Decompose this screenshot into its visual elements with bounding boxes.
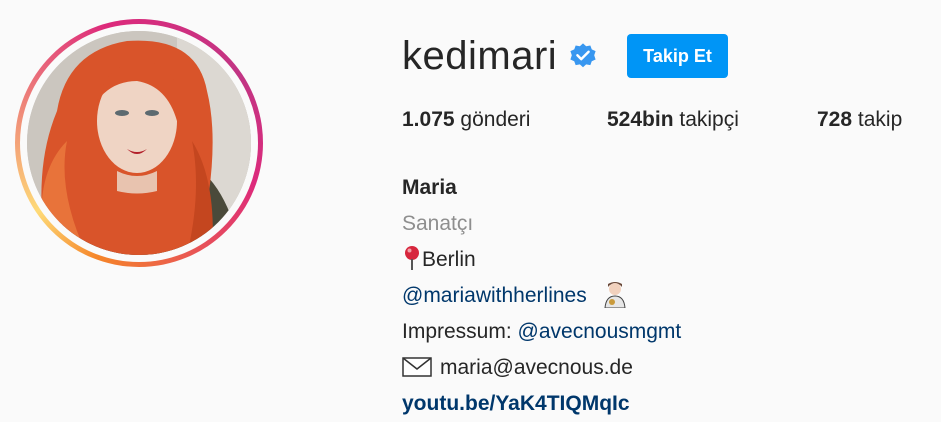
followers-stat[interactable]: 524bin takipçi (607, 108, 817, 132)
follow-button[interactable]: Takip Et (627, 34, 728, 78)
impressum-line: Impressum: @avecnousmgmt (402, 314, 681, 350)
followers-label: takipçi (679, 108, 739, 131)
artist-person-icon (604, 282, 626, 308)
round-pushpin-icon (405, 246, 419, 270)
profile-header: kedimari Takip Et (402, 28, 728, 84)
location-text: Berlin (422, 248, 476, 271)
profile-bio: Maria Sanatçı Berlin @mariawithherlines … (402, 170, 681, 422)
location-line: Berlin (402, 242, 681, 278)
mention-line: @mariawithherlines (402, 278, 681, 314)
followers-count: 524bin (607, 108, 674, 131)
impressum-label: Impressum: (402, 320, 512, 343)
posts-label: gönderi (460, 108, 531, 131)
email-line: maria@avecnous.de (402, 350, 681, 386)
profile-stats: 1.075 gönderi 524bin takipçi 728 takip (402, 108, 902, 132)
following-stat[interactable]: 728 takip (817, 108, 902, 132)
envelope-icon (402, 357, 432, 377)
posts-count: 1.075 (402, 108, 455, 131)
story-ring[interactable] (15, 19, 263, 267)
following-label: takip (857, 108, 903, 131)
avatar-image (27, 31, 251, 255)
category-label: Sanatçı (402, 212, 474, 235)
following-count: 728 (817, 108, 853, 131)
username: kedimari (402, 33, 558, 78)
display-name: Maria (402, 176, 457, 199)
avatar[interactable] (27, 31, 251, 255)
mention-link[interactable]: @mariawithherlines (402, 284, 587, 307)
impressum-link[interactable]: @avecnousmgmt (518, 320, 682, 343)
email-text: maria@avecnous.de (440, 356, 633, 379)
verified-badge-icon (570, 43, 596, 68)
posts-stat: 1.075 gönderi (402, 108, 607, 132)
